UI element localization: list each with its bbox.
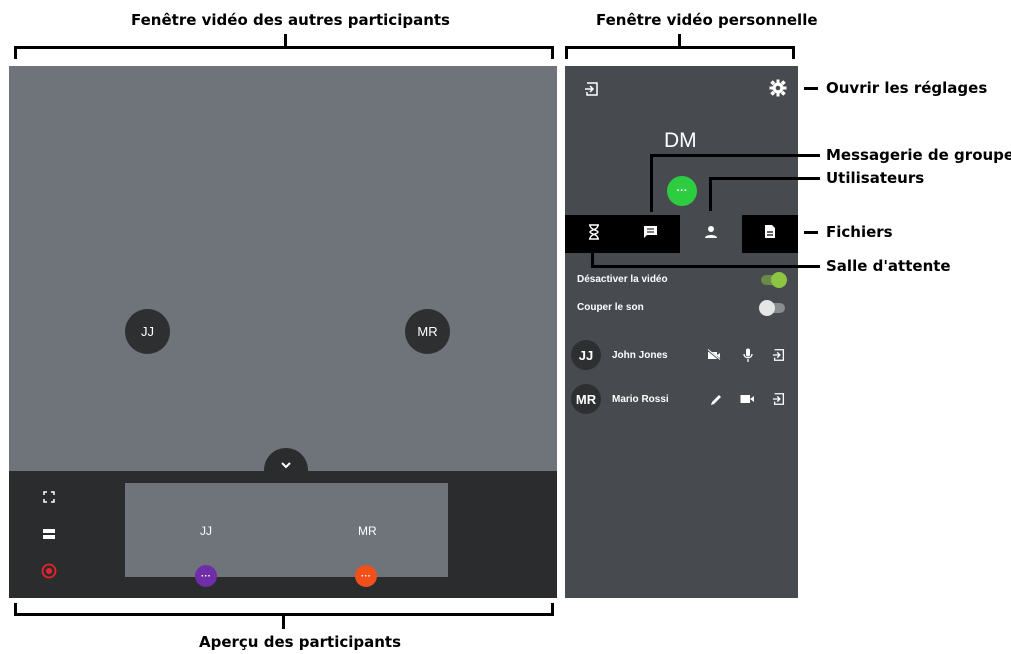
document-icon — [764, 224, 776, 244]
bracket-others-video — [14, 46, 554, 59]
participant-options-button[interactable]: ··· — [355, 565, 377, 587]
panel-tabs — [565, 215, 798, 253]
self-video-panel: DM ··· Désactiver la vidéo Couper le son… — [565, 66, 798, 598]
user-name: Mario Rossi — [612, 394, 669, 405]
preview-tile-label: JJ — [200, 524, 212, 538]
chat-icon — [643, 225, 659, 244]
leader-line-group-chat — [650, 154, 653, 212]
pencil-icon[interactable] — [708, 391, 724, 407]
bracket-stem — [284, 34, 287, 46]
others-video-window: JJ MR — [9, 66, 557, 471]
user-icon — [704, 225, 718, 244]
annotation-files: Fichiers — [826, 223, 893, 241]
user-avatar: JJ — [571, 340, 601, 370]
tab-users[interactable] — [680, 215, 742, 253]
bracket-self-video — [565, 46, 795, 59]
participant-avatar: MR — [405, 309, 450, 354]
camera-icon[interactable] — [739, 391, 755, 407]
participant-avatar: JJ — [125, 309, 170, 354]
exit-icon[interactable] — [771, 391, 787, 407]
mute-toggle[interactable] — [759, 300, 785, 316]
exit-icon[interactable] — [584, 81, 600, 102]
video-off-icon[interactable] — [706, 347, 722, 363]
annotation-waiting-room: Salle d'attente — [826, 257, 951, 275]
toggle-label-mute: Couper le son — [577, 302, 644, 313]
annotation-group-chat: Messagerie de groupe — [826, 146, 1011, 164]
self-initials: DM — [664, 129, 697, 152]
participant-options-button[interactable]: ··· — [195, 565, 217, 587]
exit-icon[interactable] — [771, 347, 787, 363]
leader-line-settings — [804, 87, 818, 90]
leader-line-waiting-room — [591, 265, 820, 268]
annotation-settings: Ouvrir les réglages — [826, 79, 988, 97]
participants-preview: JJ MR — [125, 483, 448, 577]
self-status-button[interactable]: ··· — [667, 176, 697, 206]
annotation-others-video: Fenêtre vidéo des autres participants — [131, 11, 450, 29]
toggle-knob — [771, 272, 787, 288]
bracket-stem — [678, 34, 681, 46]
preview-tile-label: MR — [358, 524, 377, 538]
tab-files[interactable] — [742, 215, 798, 253]
fullscreen-icon[interactable] — [38, 486, 60, 508]
tab-waiting-room[interactable] — [565, 215, 622, 253]
chevron-down-icon — [280, 456, 292, 472]
hourglass-icon — [588, 223, 600, 245]
toggle-label-video: Désactiver la vidéo — [577, 274, 668, 285]
leader-line-users — [709, 177, 712, 211]
record-icon[interactable] — [38, 560, 60, 582]
annotation-self-video: Fenêtre vidéo personnelle — [596, 11, 818, 29]
bracket-preview — [14, 603, 554, 616]
bracket-stem — [282, 616, 285, 629]
gear-icon[interactable] — [769, 79, 787, 102]
leader-line-users — [709, 177, 820, 180]
tab-group-chat[interactable] — [622, 215, 680, 253]
annotation-users: Utilisateurs — [826, 169, 925, 187]
leader-line-group-chat — [650, 154, 820, 157]
layout-icon[interactable] — [38, 523, 60, 545]
microphone-icon[interactable] — [740, 347, 756, 363]
video-toggle[interactable] — [761, 272, 787, 288]
annotation-preview: Aperçu des participants — [199, 633, 402, 651]
toggle-knob — [759, 300, 775, 316]
user-avatar: MR — [571, 384, 601, 414]
user-name: John Jones — [612, 350, 668, 361]
leader-line-files — [804, 231, 818, 234]
